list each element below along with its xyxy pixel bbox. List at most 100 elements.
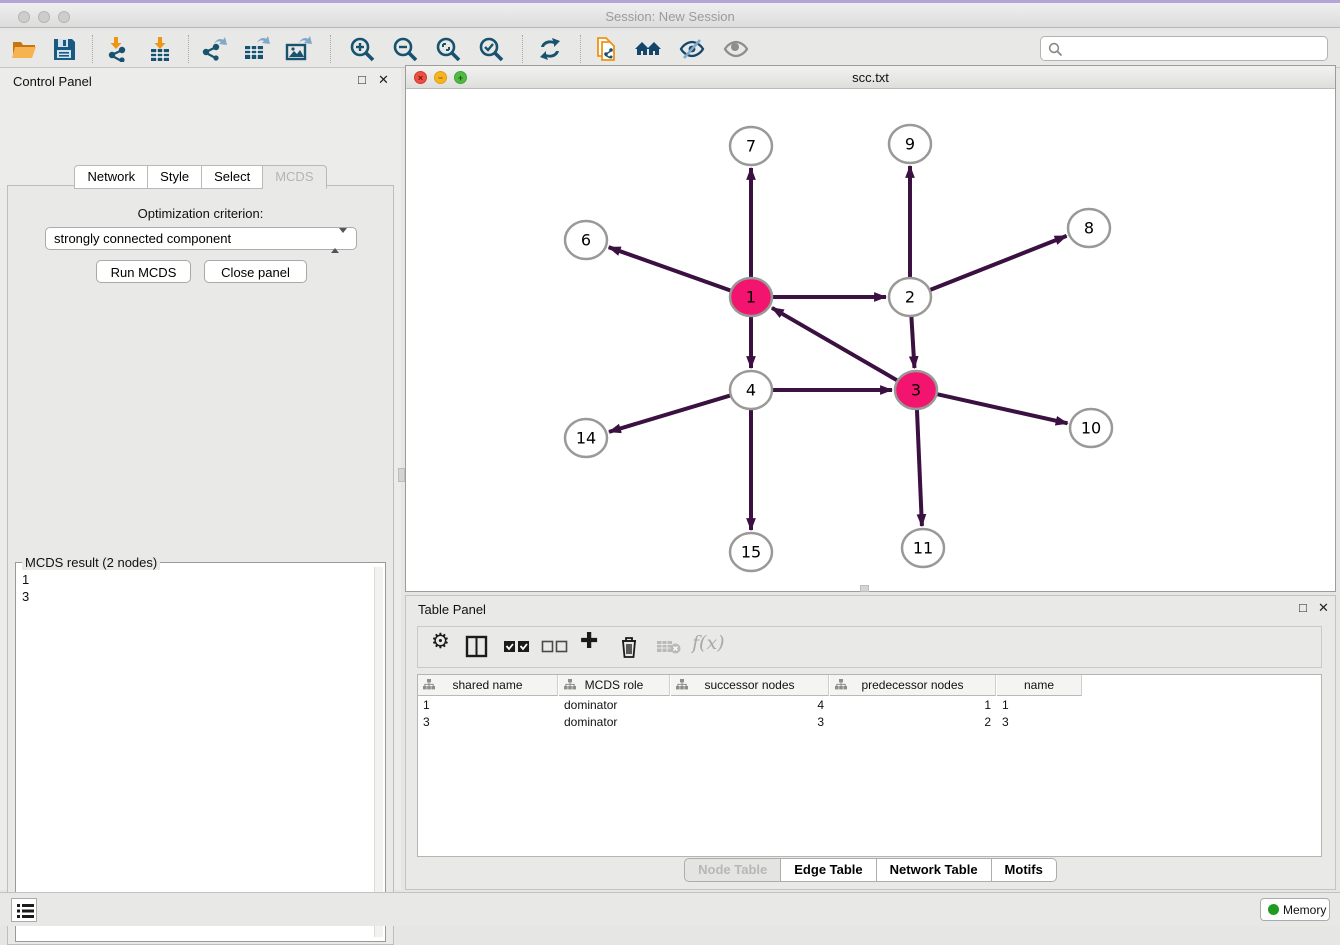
result-scrollbar[interactable] <box>374 567 383 937</box>
function-builder-icon[interactable]: f(x) <box>692 632 725 654</box>
list-icon <box>14 900 38 922</box>
table-settings-icon[interactable]: ⚙ <box>431 629 450 654</box>
edge-4-14[interactable] <box>609 395 731 432</box>
search-input[interactable] <box>1067 38 1322 59</box>
control-panel-float-button[interactable]: □ <box>358 72 366 87</box>
network-window-titlebar[interactable]: × − + scc.txt <box>406 66 1335 89</box>
cell[interactable]: 3 <box>418 714 558 731</box>
zoom-selected-icon[interactable] <box>477 36 505 62</box>
node-4[interactable]: 4 <box>730 371 772 409</box>
task-history-button[interactable] <box>11 898 37 922</box>
node-14[interactable]: 14 <box>565 419 607 457</box>
node-8[interactable]: 8 <box>1068 209 1110 247</box>
zoom-in-icon[interactable] <box>348 36 376 62</box>
export-table-icon[interactable] <box>242 36 270 62</box>
select-all-icon[interactable] <box>503 640 531 659</box>
column-header-shared-name[interactable]: shared name <box>418 675 558 696</box>
tab-select[interactable]: Select <box>202 165 263 189</box>
cell[interactable]: 1 <box>418 697 558 714</box>
node-6[interactable]: 6 <box>565 221 607 259</box>
column-header-successor-nodes[interactable]: successor nodes <box>671 675 829 696</box>
node-2[interactable]: 2 <box>889 278 931 316</box>
node-15[interactable]: 15 <box>730 533 772 571</box>
edge-1-6[interactable] <box>609 247 731 291</box>
show-columns-icon[interactable] <box>465 635 489 664</box>
cell[interactable]: 4 <box>671 697 829 714</box>
refresh-layout-icon[interactable] <box>536 36 564 62</box>
node-1[interactable]: 1 <box>730 278 772 316</box>
cell[interactable]: 2 <box>830 714 996 731</box>
cell[interactable]: 3 <box>671 714 829 731</box>
table-panel: Table Panel □ ✕ ⚙ ✚ f(x) shared nameMCDS… <box>405 595 1336 890</box>
node-11[interactable]: 11 <box>902 529 944 567</box>
node-10[interactable]: 10 <box>1070 409 1112 447</box>
first-neighbors-icon[interactable] <box>634 36 662 62</box>
column-header-predecessor-nodes[interactable]: predecessor nodes <box>830 675 996 696</box>
column-header-name[interactable]: name <box>997 675 1082 696</box>
deselect-all-icon[interactable] <box>541 640 569 659</box>
cell[interactable]: 3 <box>997 714 1082 731</box>
node-7[interactable]: 7 <box>730 127 772 165</box>
splitter-handle-horizontal[interactable] <box>860 585 869 592</box>
network-graph[interactable]: 7 9 6 8 1 2 4 3 14 10 15 11 <box>406 89 1335 591</box>
cell[interactable]: 1 <box>830 697 996 714</box>
network-view-window: × − + scc.txt 7 9 6 8 1 2 4 3 14 10 15 11 <box>405 65 1336 592</box>
cell[interactable]: dominator <box>559 697 670 714</box>
toolbar-separator <box>522 35 523 63</box>
memory-button-label: Memory <box>1283 903 1326 917</box>
window-title: Session: New Session <box>0 9 1340 24</box>
tab-edge-table[interactable]: Edge Table <box>781 858 876 882</box>
table-panel-close-button[interactable]: ✕ <box>1318 600 1329 616</box>
tab-network-table[interactable]: Network Table <box>877 858 992 882</box>
tab-motifs[interactable]: Motifs <box>992 858 1057 882</box>
delete-column-icon[interactable] <box>618 635 640 664</box>
node-3[interactable]: 3 <box>895 371 937 409</box>
open-file-icon[interactable] <box>10 36 38 62</box>
svg-text:8: 8 <box>1084 219 1094 238</box>
window-titlebar: Session: New Session <box>0 0 1340 28</box>
svg-text:1: 1 <box>746 288 756 307</box>
clone-network-icon[interactable] <box>592 36 620 62</box>
zoom-out-icon[interactable] <box>391 36 419 62</box>
svg-text:3: 3 <box>911 381 921 400</box>
dropdown-value: strongly connected component <box>54 231 231 246</box>
add-column-icon[interactable]: ✚ <box>580 628 598 654</box>
hide-graphics-icon[interactable] <box>678 36 706 62</box>
run-mcds-button[interactable]: Run MCDS <box>96 260 191 283</box>
show-graphics-icon[interactable] <box>722 36 750 62</box>
zoom-fit-icon[interactable] <box>434 36 462 62</box>
toolbar-separator <box>330 35 331 63</box>
table-row[interactable]: 3dominator323 <box>418 714 1321 731</box>
delete-table-icon[interactable] <box>656 639 682 660</box>
tab-network[interactable]: Network <box>74 165 148 189</box>
tab-node-table[interactable]: Node Table <box>684 858 781 882</box>
cell[interactable]: 1 <box>997 697 1082 714</box>
import-table-icon[interactable] <box>146 36 174 62</box>
edge-3-1[interactable] <box>772 308 898 381</box>
import-network-icon[interactable] <box>104 36 132 62</box>
column-header-MCDS-role[interactable]: MCDS role <box>559 675 670 696</box>
memory-button[interactable]: Memory <box>1260 898 1330 921</box>
table-panel-float-button[interactable]: □ <box>1299 600 1307 615</box>
mcds-result-text[interactable]: 1 3 <box>22 571 367 931</box>
node-table[interactable]: shared nameMCDS rolesuccessor nodesprede… <box>417 674 1322 857</box>
tab-style[interactable]: Style <box>148 165 202 189</box>
tab-mcds[interactable]: MCDS <box>263 165 326 189</box>
table-row[interactable]: 1dominator411 <box>418 697 1321 714</box>
control-panel-close-button[interactable]: ✕ <box>378 72 389 88</box>
status-bar: Memory <box>0 892 1340 926</box>
save-session-icon[interactable] <box>50 36 78 62</box>
optimization-criterion-dropdown[interactable]: strongly connected component <box>45 227 357 250</box>
toolbar-separator <box>92 35 93 63</box>
splitter-handle-vertical[interactable] <box>398 468 405 482</box>
export-image-icon[interactable] <box>284 36 312 62</box>
edge-3-11[interactable] <box>917 409 922 526</box>
close-panel-button[interactable]: Close panel <box>204 260 307 283</box>
edge-3-10[interactable] <box>937 394 1068 423</box>
cell[interactable]: dominator <box>559 714 670 731</box>
edge-2-3[interactable] <box>911 316 914 368</box>
edge-2-8[interactable] <box>930 236 1067 290</box>
export-network-icon[interactable] <box>200 36 228 62</box>
search-box[interactable] <box>1040 36 1328 61</box>
node-9[interactable]: 9 <box>889 125 931 163</box>
